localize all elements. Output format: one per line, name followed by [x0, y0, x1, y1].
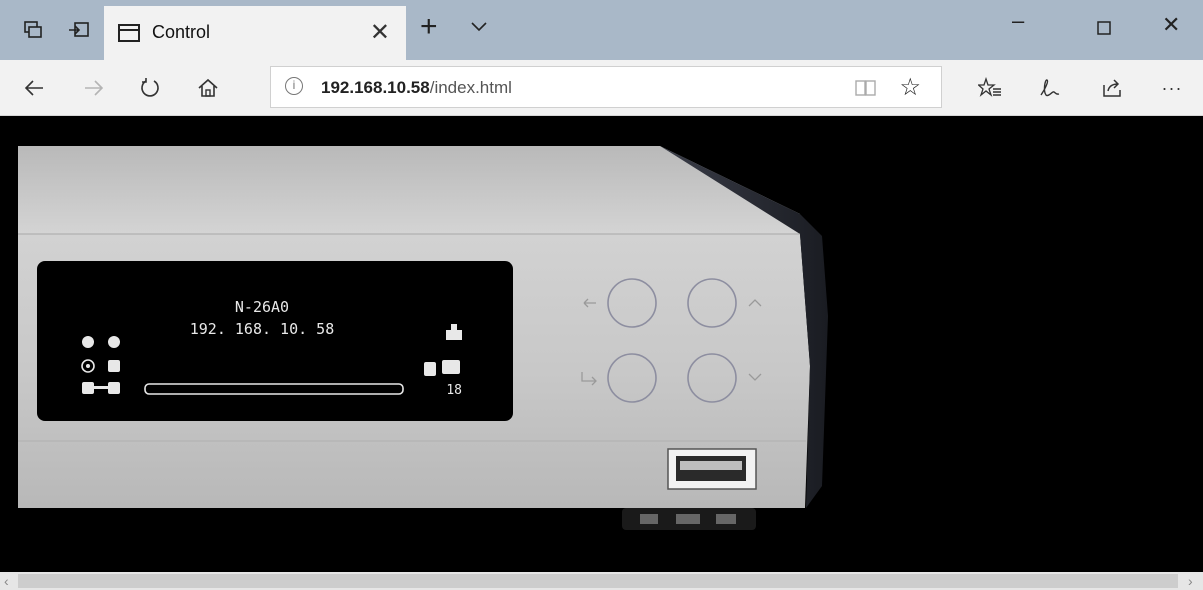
display-number: 18	[446, 383, 462, 398]
url-host: 192.168.10.58	[321, 78, 430, 97]
url-path: /index.html	[429, 78, 512, 97]
horizontal-scrollbar[interactable]: ‹ ›	[0, 572, 1203, 590]
maximize-icon	[1097, 21, 1111, 35]
set-aside-icon	[69, 22, 89, 37]
chevron-down-icon[interactable]	[470, 20, 488, 38]
tab-preview-icon	[24, 21, 42, 38]
device-image: N-26A0 192. 168. 10. 58 18	[18, 146, 828, 530]
forward-button[interactable]	[78, 72, 110, 104]
tab-title: Control	[152, 22, 211, 42]
address-bar[interactable]: i 192.168.10.58/index.html ☆	[270, 66, 942, 108]
reading-view-icon[interactable]	[855, 79, 877, 102]
maximize-button[interactable]	[1096, 16, 1112, 42]
share-icon	[1103, 79, 1121, 97]
home-icon	[198, 78, 218, 97]
scrollbar-thumb[interactable]	[18, 574, 1178, 588]
favorites-hub-icon	[978, 77, 1001, 97]
pen-icon	[1040, 79, 1060, 97]
back-button[interactable]	[18, 72, 50, 104]
scroll-left-icon[interactable]: ‹	[4, 572, 9, 590]
display-model: N-26A0	[235, 298, 289, 316]
close-tab-icon[interactable]: ✕	[370, 18, 390, 47]
share-button[interactable]	[1096, 72, 1128, 104]
minimize-button[interactable]: –	[1012, 8, 1024, 34]
url-text: 192.168.10.58/index.html	[321, 78, 512, 98]
close-window-button[interactable]: ✕	[1162, 12, 1180, 38]
page-icon	[118, 24, 140, 42]
arrow-left-icon	[24, 80, 43, 96]
navigation-bar: i 192.168.10.58/index.html ☆ ···	[0, 60, 1203, 116]
star-icon[interactable]: ☆	[899, 73, 921, 102]
home-button[interactable]	[192, 72, 224, 104]
more-button[interactable]: ···	[1156, 72, 1188, 104]
site-info-icon[interactable]: i	[285, 77, 303, 95]
display-ip: 192. 168. 10. 58	[190, 320, 335, 338]
favorites-hub-button[interactable]	[974, 72, 1006, 104]
page-content: N-26A0 192. 168. 10. 58 18	[0, 116, 1203, 572]
scroll-right-icon[interactable]: ›	[1188, 572, 1193, 590]
new-tab-button[interactable]: +	[420, 10, 438, 44]
refresh-icon	[141, 78, 159, 97]
web-note-button[interactable]	[1034, 72, 1066, 104]
set-aside-tabs-button[interactable]	[64, 14, 94, 46]
arrow-right-icon	[85, 80, 104, 96]
title-bar: Control ✕ + – ✕	[0, 0, 1203, 60]
tab-control[interactable]: Control ✕	[104, 6, 406, 60]
refresh-button[interactable]	[134, 72, 166, 104]
tab-preview-button[interactable]	[18, 14, 48, 46]
